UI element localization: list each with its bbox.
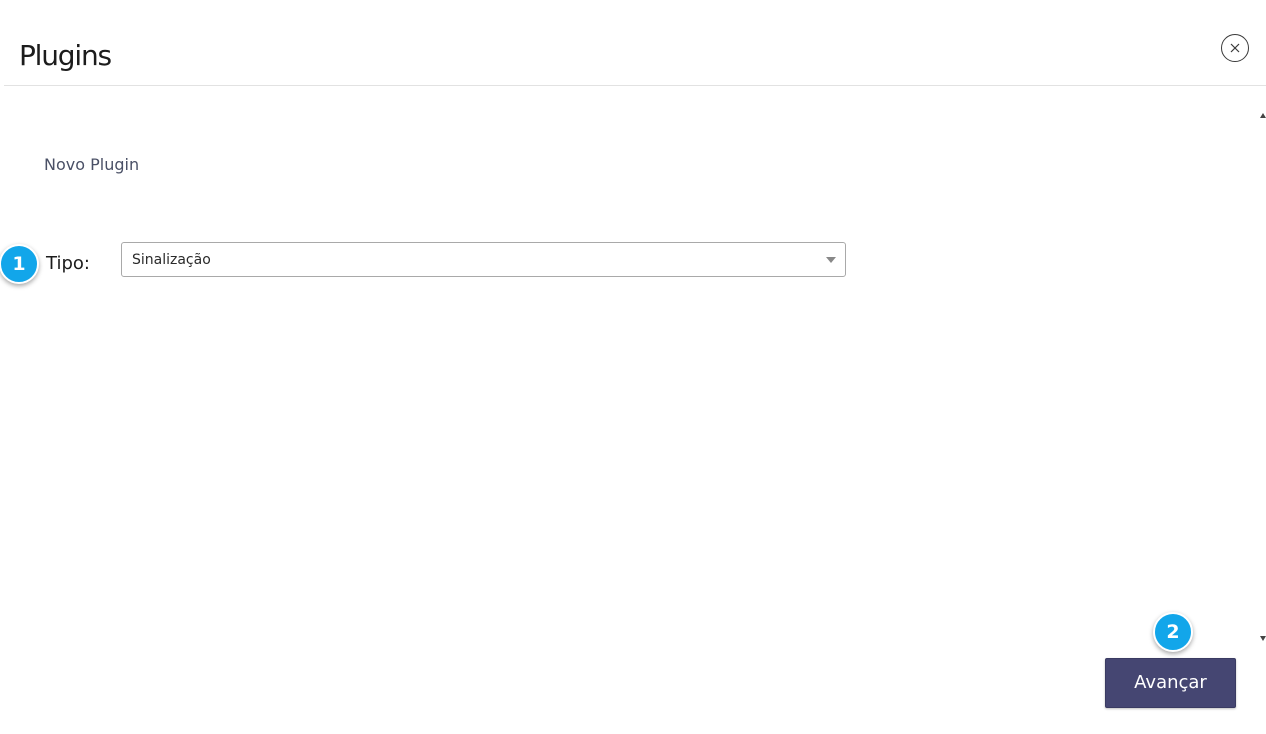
modal-title: Plugins <box>19 39 112 72</box>
modal-header: Plugins <box>4 0 1266 86</box>
plugins-modal: Plugins Novo Plugin 1 Tipo: Sinalização … <box>0 0 1266 734</box>
section-title: Novo Plugin <box>44 155 140 174</box>
chevron-down-icon <box>826 257 836 263</box>
scroll-down-arrow[interactable] <box>1260 636 1266 641</box>
type-select-value: Sinalização <box>132 252 211 268</box>
scroll-up-arrow[interactable] <box>1260 113 1266 118</box>
close-button[interactable] <box>1221 34 1249 62</box>
type-label: Tipo: <box>46 253 90 274</box>
close-icon <box>1230 43 1240 53</box>
type-select[interactable]: Sinalização <box>121 242 846 277</box>
step-1-badge: 1 <box>0 244 39 284</box>
step-2-badge: 2 <box>1153 612 1193 652</box>
next-button[interactable]: Avançar <box>1105 658 1236 708</box>
